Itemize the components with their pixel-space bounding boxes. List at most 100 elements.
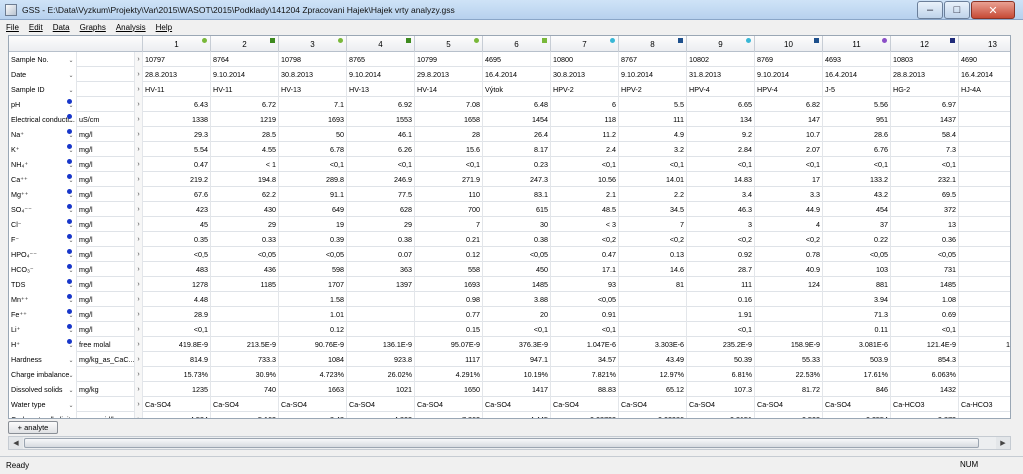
- data-cell[interactable]: Ca-SO4: [347, 397, 415, 412]
- data-cell[interactable]: 29.8.2013: [415, 67, 483, 82]
- data-cell[interactable]: 7.3: [891, 142, 959, 157]
- data-cell[interactable]: 28.7: [687, 262, 755, 277]
- row-label[interactable]: Na⁺ ⌄: [9, 127, 77, 142]
- data-cell[interactable]: 881: [823, 277, 891, 292]
- data-cell[interactable]: 10: [959, 412, 1010, 418]
- data-cell[interactable]: 0.21: [415, 232, 483, 247]
- menu-analysis[interactable]: Analysis: [116, 23, 146, 32]
- data-cell[interactable]: 16.4.2014: [483, 67, 551, 82]
- data-cell[interactable]: 147: [755, 112, 823, 127]
- data-cell[interactable]: 93: [551, 277, 619, 292]
- data-cell[interactable]: 83: [959, 352, 1010, 367]
- horizontal-scrollbar[interactable]: ◀ ▶: [8, 436, 1011, 450]
- data-cell[interactable]: 43.2: [823, 187, 891, 202]
- data-cell[interactable]: [959, 322, 1010, 337]
- data-cell[interactable]: 29: [211, 217, 279, 232]
- data-cell[interactable]: 1432: [891, 382, 959, 397]
- data-cell[interactable]: 0.11: [823, 322, 891, 337]
- data-cell[interactable]: [959, 187, 1010, 202]
- data-cell[interactable]: 558: [415, 262, 483, 277]
- data-cell[interactable]: 1278: [143, 277, 211, 292]
- data-cell[interactable]: Ca-SO4: [415, 397, 483, 412]
- data-cell[interactable]: 10803: [891, 52, 959, 67]
- chevron-down-icon[interactable]: ⌄: [67, 131, 75, 139]
- unit-cell[interactable]: mg/l: [77, 247, 135, 262]
- data-cell[interactable]: 81.72: [755, 382, 823, 397]
- data-cell[interactable]: 1693: [279, 112, 347, 127]
- data-cell[interactable]: 45: [143, 217, 211, 232]
- row-label[interactable]: Hardness ⌄: [9, 352, 77, 367]
- data-cell[interactable]: 1235: [143, 382, 211, 397]
- data-cell[interactable]: Výtok: [483, 82, 551, 97]
- data-cell[interactable]: 28.9: [143, 307, 211, 322]
- data-cell[interactable]: 142.2: [959, 337, 1010, 352]
- data-cell[interactable]: 17: [755, 172, 823, 187]
- data-cell[interactable]: 0.3151: [687, 412, 755, 418]
- data-cell[interactable]: 14.6: [619, 262, 687, 277]
- column-header[interactable]: 9: [687, 36, 755, 52]
- data-cell[interactable]: 55.33: [755, 352, 823, 367]
- data-cell[interactable]: 10797: [143, 52, 211, 67]
- column-header[interactable]: 3: [279, 36, 347, 52]
- unit-cell[interactable]: mg/l: [77, 277, 135, 292]
- data-cell[interactable]: Ca-SO4: [619, 397, 687, 412]
- data-cell[interactable]: 19: [279, 217, 347, 232]
- data-cell[interactable]: 37: [823, 217, 891, 232]
- data-cell[interactable]: 28.8.2013: [143, 67, 211, 82]
- data-cell[interactable]: [347, 292, 415, 307]
- data-cell[interactable]: 1084: [279, 352, 347, 367]
- row-label[interactable]: Mn⁺⁺ ⌄: [9, 292, 77, 307]
- data-cell[interactable]: HPV-4: [687, 82, 755, 97]
- data-cell[interactable]: 0.77: [415, 307, 483, 322]
- data-cell[interactable]: 628: [347, 202, 415, 217]
- data-cell[interactable]: HPV-2: [619, 82, 687, 97]
- data-cell[interactable]: 289.8: [279, 172, 347, 187]
- data-cell[interactable]: 10.19%: [483, 367, 551, 382]
- data-cell[interactable]: 1117: [415, 352, 483, 367]
- data-cell[interactable]: [619, 292, 687, 307]
- data-cell[interactable]: 454: [823, 202, 891, 217]
- data-cell[interactable]: HPV-2: [551, 82, 619, 97]
- data-cell[interactable]: HV-11: [143, 82, 211, 97]
- chevron-down-icon[interactable]: ⌄: [67, 191, 75, 199]
- data-cell[interactable]: 0.12: [279, 322, 347, 337]
- data-cell[interactable]: HV-13: [279, 82, 347, 97]
- menu-help[interactable]: Help: [156, 23, 172, 32]
- data-cell[interactable]: <0,05: [211, 247, 279, 262]
- data-cell[interactable]: HPV-4: [755, 82, 823, 97]
- data-cell[interactable]: 67.6: [143, 187, 211, 202]
- data-cell[interactable]: 6.72: [211, 97, 279, 112]
- chevron-down-icon[interactable]: ⌄: [67, 161, 75, 169]
- data-cell[interactable]: 4.445: [483, 412, 551, 418]
- data-cell[interactable]: 598: [279, 262, 347, 277]
- data-cell[interactable]: [959, 247, 1010, 262]
- row-label[interactable]: Water type ⌄: [9, 397, 77, 412]
- data-cell[interactable]: 0.2554: [823, 412, 891, 418]
- data-cell[interactable]: 232.1: [891, 172, 959, 187]
- data-cell[interactable]: [959, 202, 1010, 217]
- data-cell[interactable]: 2: [959, 127, 1010, 142]
- data-cell[interactable]: 7.862: [415, 412, 483, 418]
- data-cell[interactable]: 1397: [347, 277, 415, 292]
- data-cell[interactable]: 30.8.2013: [551, 67, 619, 82]
- data-cell[interactable]: 923.8: [347, 352, 415, 367]
- data-cell[interactable]: <0,2: [551, 232, 619, 247]
- data-cell[interactable]: 110: [415, 187, 483, 202]
- data-cell[interactable]: 740: [211, 382, 279, 397]
- data-cell[interactable]: 0.35: [143, 232, 211, 247]
- data-cell[interactable]: 450: [483, 262, 551, 277]
- data-cell[interactable]: 2.1: [551, 187, 619, 202]
- column-header[interactable]: 11: [823, 36, 891, 52]
- data-cell[interactable]: [959, 157, 1010, 172]
- data-cell[interactable]: <0,1: [415, 157, 483, 172]
- data-cell[interactable]: <0,2: [687, 232, 755, 247]
- data-cell[interactable]: 8.87: [959, 367, 1010, 382]
- data-cell[interactable]: <0,2: [619, 232, 687, 247]
- row-label[interactable]: H⁺ ⌄: [9, 337, 77, 352]
- data-cell[interactable]: 29.3: [143, 127, 211, 142]
- data-cell[interactable]: 5.163: [211, 412, 279, 418]
- data-cell[interactable]: 95.07E-9: [415, 337, 483, 352]
- data-cell[interactable]: <0,5: [143, 247, 211, 262]
- unit-cell[interactable]: [77, 97, 135, 112]
- unit-cell[interactable]: uS/cm: [77, 112, 135, 127]
